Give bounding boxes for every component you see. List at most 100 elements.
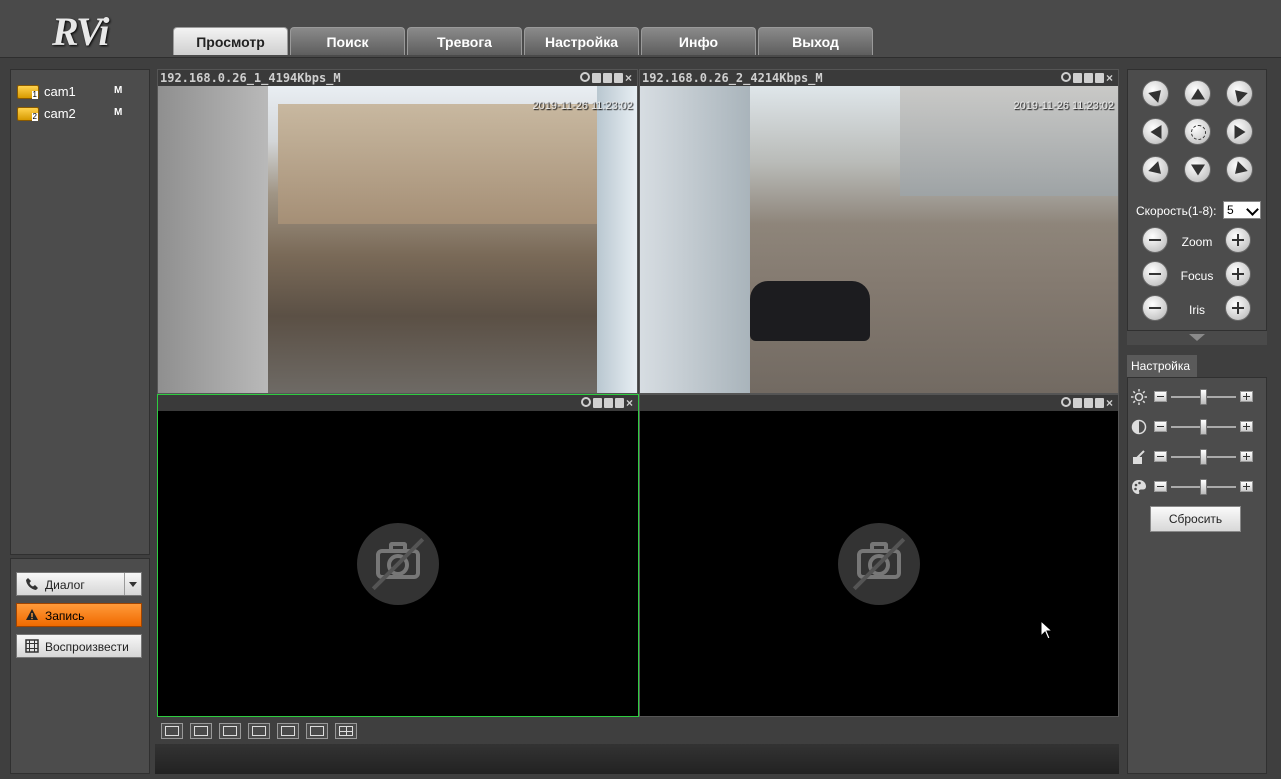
ptz-up-left-button[interactable]	[1142, 80, 1169, 107]
video-controls: ×	[1061, 396, 1116, 410]
audio-icon[interactable]	[1095, 398, 1104, 408]
ptz-down-button[interactable]	[1184, 156, 1211, 183]
camera-item-cam2[interactable]: 2 cam2 M	[17, 104, 142, 124]
snapshot-icon[interactable]	[1084, 73, 1093, 83]
hue-minus-button[interactable]	[1154, 481, 1167, 492]
stream-type[interactable]: M	[114, 85, 122, 96]
iris-plus-button[interactable]	[1225, 295, 1251, 321]
video-controls: ×	[1061, 71, 1116, 85]
video-feed-street-2: 2019-11-26 11:23:02	[640, 86, 1118, 393]
contrast-icon	[1131, 419, 1147, 435]
close-icon[interactable]: ×	[625, 72, 635, 84]
video-title: 192.168.0.26_2_4214Kbps_M	[642, 71, 823, 85]
digital-zoom-icon[interactable]	[1061, 397, 1071, 407]
audio-icon[interactable]	[614, 73, 623, 83]
contrast-minus-button[interactable]	[1154, 421, 1167, 432]
no-camera-icon	[838, 522, 920, 605]
dialog-dropdown-arrow[interactable]	[124, 573, 141, 595]
layout-single-icon[interactable]	[306, 723, 328, 739]
video-header: 192.168.0.26_1_4194Kbps_M ×	[158, 70, 637, 86]
camera-list: 1 cam1 M 2 cam2 M	[10, 69, 150, 555]
camera-name: cam1	[44, 84, 76, 99]
ptz-up-button[interactable]	[1184, 80, 1211, 107]
audio-icon[interactable]	[1095, 73, 1104, 83]
saturation-plus-button[interactable]	[1240, 451, 1253, 462]
video-cell-3[interactable]: ×	[157, 394, 639, 717]
video-cell-4[interactable]: ×	[639, 394, 1119, 717]
tab-search[interactable]: Поиск	[290, 27, 405, 55]
close-icon[interactable]: ×	[1106, 72, 1116, 84]
record-clip-icon[interactable]	[593, 398, 602, 408]
ptz-right-button[interactable]	[1226, 118, 1253, 145]
playback-button[interactable]: Воспроизвести	[16, 634, 142, 658]
contrast-row	[1128, 417, 1268, 437]
record-clip-icon[interactable]	[1073, 398, 1082, 408]
view-toolbar	[155, 720, 1119, 744]
camera-name: cam2	[44, 106, 76, 121]
record-clip-icon[interactable]	[1073, 73, 1082, 83]
saturation-minus-button[interactable]	[1154, 451, 1167, 462]
reset-button[interactable]: Сбросить	[1150, 506, 1241, 532]
collapse-ptz-toggle[interactable]	[1127, 331, 1267, 345]
fit-window-icon[interactable]	[190, 723, 212, 739]
camera-folder-icon: 2	[17, 107, 39, 121]
stretch-icon[interactable]	[219, 723, 241, 739]
snapshot-icon[interactable]	[603, 73, 612, 83]
tab-view[interactable]: Просмотр	[173, 27, 288, 55]
sun-icon	[1131, 389, 1147, 405]
ptz-down-left-button[interactable]	[1142, 156, 1169, 183]
ptz-3d-position-button[interactable]	[1184, 118, 1211, 145]
brightness-row	[1128, 387, 1268, 407]
dialog-button[interactable]: Диалог	[16, 572, 142, 596]
fullscreen-icon[interactable]	[248, 723, 270, 739]
close-icon[interactable]: ×	[626, 397, 636, 409]
zoom-in-button[interactable]	[1225, 227, 1251, 253]
camera-item-cam1[interactable]: 1 cam1 M	[17, 82, 142, 102]
video-cell-2[interactable]: 192.168.0.26_2_4214Kbps_M × 2019-11-26 1…	[639, 69, 1119, 394]
digital-zoom-icon[interactable]	[1061, 72, 1071, 82]
hue-slider[interactable]	[1200, 479, 1207, 495]
mouse-cursor-icon	[1040, 620, 1054, 640]
video-header: ×	[640, 395, 1118, 411]
video-cell-1[interactable]: 192.168.0.26_1_4194Kbps_M × 2019-11-26 1…	[157, 69, 638, 394]
record-clip-icon[interactable]	[592, 73, 601, 83]
tab-logout[interactable]: Выход	[758, 27, 873, 55]
record-button[interactable]: Запись	[16, 603, 142, 627]
contrast-plus-button[interactable]	[1240, 421, 1253, 432]
empty-video-area	[158, 411, 638, 716]
brightness-slider[interactable]	[1200, 389, 1207, 405]
contrast-slider[interactable]	[1200, 419, 1207, 435]
stream-type[interactable]: M	[114, 107, 122, 118]
saturation-slider[interactable]	[1200, 449, 1207, 465]
tab-alarm[interactable]: Тревога	[407, 27, 522, 55]
close-icon[interactable]: ×	[1106, 397, 1116, 409]
audio-icon[interactable]	[615, 398, 624, 408]
status-bar	[155, 744, 1119, 774]
layout-wide-icon[interactable]	[277, 723, 299, 739]
iris-minus-button[interactable]	[1142, 295, 1168, 321]
digital-zoom-icon[interactable]	[580, 72, 590, 82]
hue-plus-button[interactable]	[1240, 481, 1253, 492]
zoom-out-button[interactable]	[1142, 227, 1168, 253]
left-actions-panel: Диалог Запись Воспроизвести	[10, 558, 150, 774]
settings-tab[interactable]: Настройка	[1127, 355, 1197, 377]
hue-row	[1128, 477, 1268, 497]
palette-icon	[1132, 480, 1146, 494]
saturation-row	[1128, 447, 1268, 467]
focus-plus-button[interactable]	[1225, 261, 1251, 287]
hd-icon[interactable]	[161, 723, 183, 739]
tab-info[interactable]: Инфо	[641, 27, 756, 55]
ptz-left-button[interactable]	[1142, 118, 1169, 145]
focus-minus-button[interactable]	[1142, 261, 1168, 287]
ptz-up-right-button[interactable]	[1226, 80, 1253, 107]
ptz-down-right-button[interactable]	[1226, 156, 1253, 183]
snapshot-icon[interactable]	[604, 398, 613, 408]
brightness-plus-button[interactable]	[1240, 391, 1253, 402]
layout-quad-icon[interactable]	[335, 723, 357, 739]
tab-settings[interactable]: Настройка	[524, 27, 639, 55]
speed-select[interactable]: 5	[1223, 201, 1261, 219]
snapshot-icon[interactable]	[1084, 398, 1093, 408]
video-controls: ×	[580, 71, 635, 85]
brightness-minus-button[interactable]	[1154, 391, 1167, 402]
digital-zoom-icon[interactable]	[581, 397, 591, 407]
